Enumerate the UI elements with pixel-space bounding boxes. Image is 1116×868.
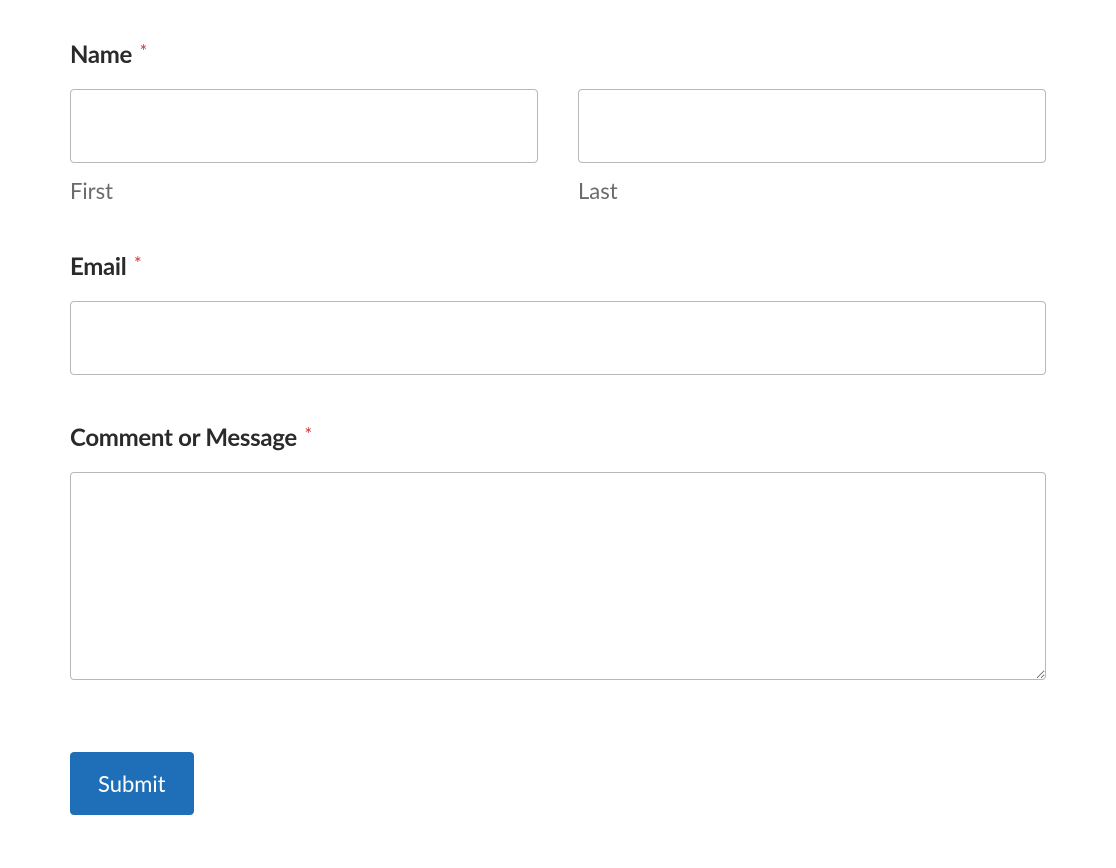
last-name-col: Last (578, 89, 1046, 204)
comment-field-group: Comment or Message * (70, 423, 1046, 684)
first-name-col: First (70, 89, 538, 204)
name-label: Name * (70, 40, 1046, 69)
required-indicator: * (140, 40, 147, 62)
name-row: First Last (70, 89, 1046, 204)
required-indicator: * (134, 252, 141, 274)
comment-label-text: Comment or Message (70, 423, 297, 452)
contact-form: Name * First Last Email * Comment or Mes… (70, 40, 1046, 815)
name-label-text: Name (70, 40, 132, 69)
submit-button[interactable]: Submit (70, 752, 194, 815)
last-name-sublabel: Last (578, 177, 1046, 204)
first-name-sublabel: First (70, 177, 538, 204)
required-indicator: * (304, 423, 311, 445)
email-label: Email * (70, 252, 1046, 281)
first-name-input[interactable] (70, 89, 538, 163)
comment-label: Comment or Message * (70, 423, 1046, 452)
comment-textarea[interactable] (70, 472, 1046, 680)
last-name-input[interactable] (578, 89, 1046, 163)
email-field-group: Email * (70, 252, 1046, 375)
email-label-text: Email (70, 252, 126, 281)
email-input[interactable] (70, 301, 1046, 375)
name-field-group: Name * First Last (70, 40, 1046, 204)
